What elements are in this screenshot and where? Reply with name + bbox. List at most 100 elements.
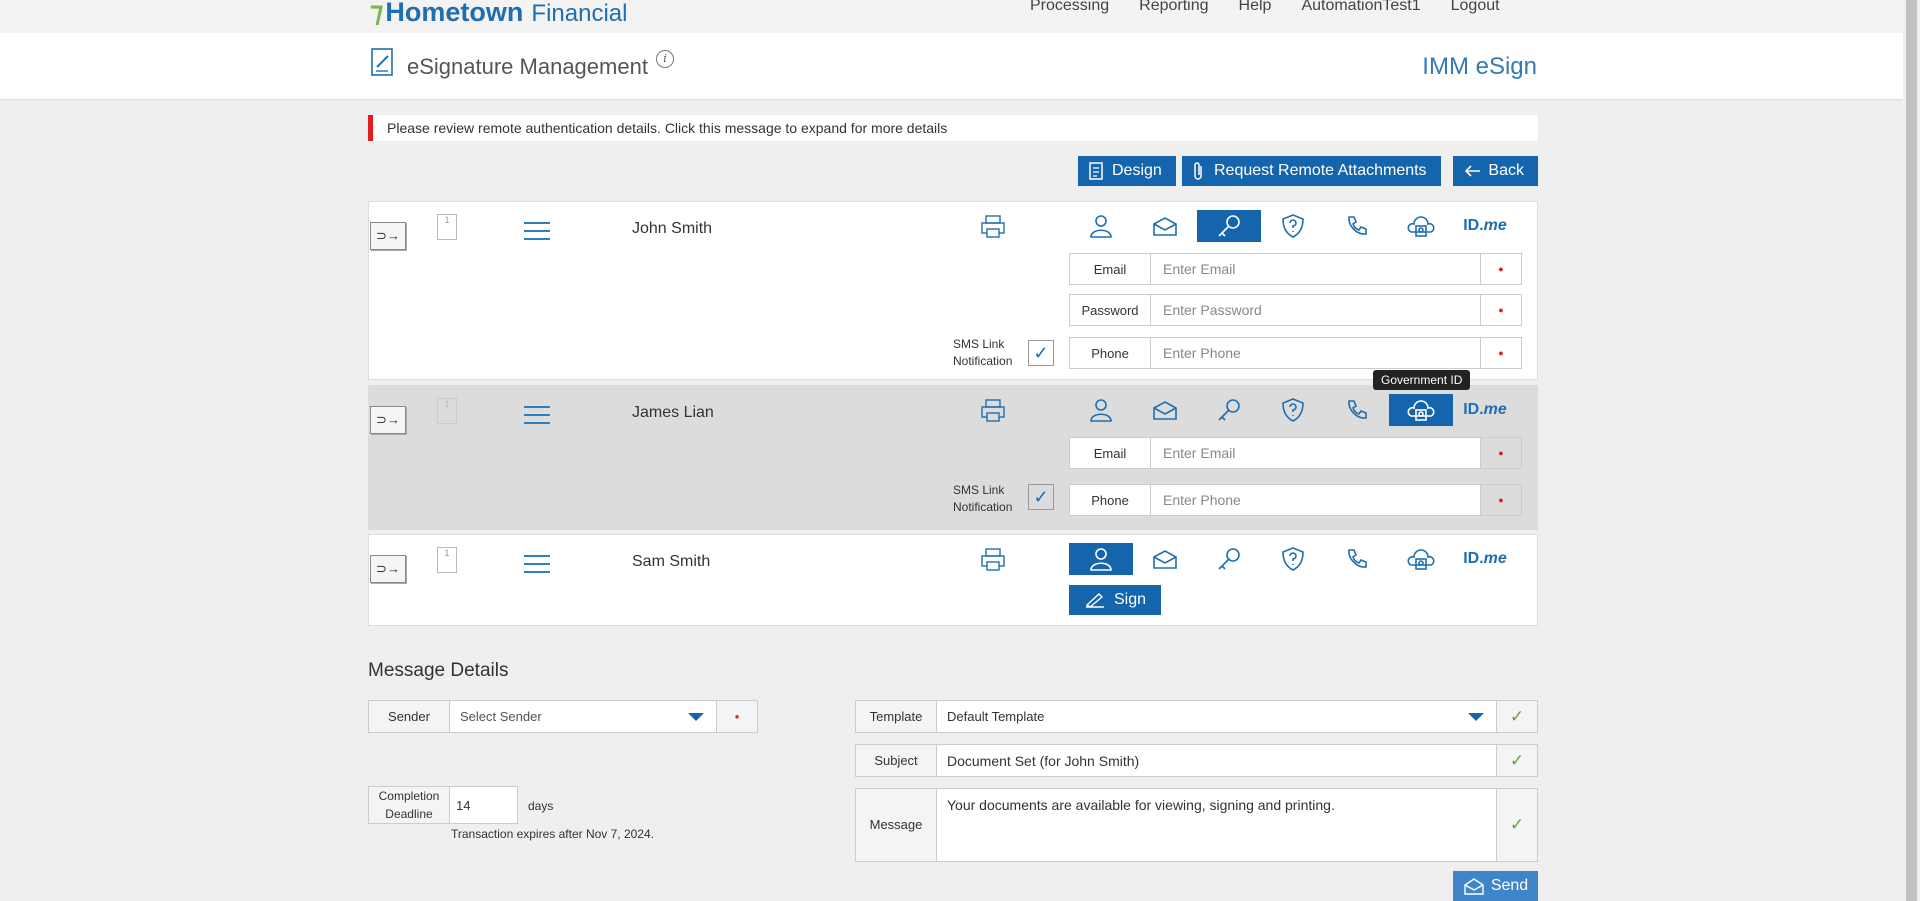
page-title: eSignature Management: [407, 54, 648, 79]
sender-select[interactable]: Select Sender: [450, 701, 716, 732]
arrow-left-icon: [1464, 165, 1481, 177]
sender-select-value: Select Sender: [460, 709, 542, 724]
template-label: Template: [856, 701, 937, 732]
design-label: Design: [1112, 162, 1162, 179]
hamburger-menu-icon[interactable]: [524, 555, 550, 579]
design-icon: [1089, 162, 1103, 180]
nav-user[interactable]: AutomationTest1: [1301, 0, 1420, 15]
signer-row-james-lian: ⊃→ 1 James Lian ID. me Email Enter Email …: [368, 385, 1538, 530]
security-question-icon[interactable]: [1261, 543, 1325, 575]
signer-row-john-smith: ⊃→ 1 John Smith ID. me Email Enter Email …: [368, 201, 1538, 380]
sms-notification-checkbox[interactable]: ✓: [1028, 340, 1054, 366]
phone-auth-icon[interactable]: [1325, 210, 1389, 242]
hometown-logo[interactable]: ⁊Hometown Financial: [370, 0, 627, 28]
required-indicator: ●: [1480, 295, 1521, 325]
signer-in-person-icon[interactable]: [1069, 210, 1133, 242]
document-count-icon[interactable]: 1: [437, 214, 457, 240]
printer-icon[interactable]: [979, 214, 1007, 245]
nav-logout[interactable]: Logout: [1451, 0, 1500, 15]
idme-logo[interactable]: ID. me: [1453, 394, 1517, 426]
email-auth-icon[interactable]: [1133, 210, 1197, 242]
document-count-icon[interactable]: 1: [437, 398, 457, 424]
email-auth-icon[interactable]: [1133, 394, 1197, 426]
required-indicator: ●: [716, 701, 757, 732]
nav-help[interactable]: Help: [1239, 0, 1272, 15]
pen-icon: [1085, 593, 1104, 608]
routing-icon[interactable]: ⊃→: [370, 555, 406, 583]
sms-notification-checkbox[interactable]: ✓: [1028, 484, 1054, 510]
phone-input[interactable]: Enter Phone: [1151, 485, 1480, 515]
phone-input[interactable]: Enter Phone: [1151, 338, 1480, 368]
signer-in-person-icon[interactable]: [1069, 543, 1133, 575]
phone-auth-icon[interactable]: [1325, 394, 1389, 426]
check-icon: ✓: [1496, 745, 1537, 776]
chevron-down-icon[interactable]: [688, 712, 704, 721]
scrollbar[interactable]: [1903, 0, 1920, 901]
deadline-label-line1: Completion: [378, 789, 440, 803]
deadline-label-line2: Deadline: [385, 807, 433, 821]
subject-input[interactable]: Document Set (for John Smith): [937, 745, 1496, 776]
back-label: Back: [1488, 162, 1524, 179]
chevron-down-icon[interactable]: [1468, 712, 1484, 721]
subject-row: Subject Document Set (for John Smith) ✓: [855, 744, 1538, 777]
template-row: Template Default Template ✓: [855, 700, 1538, 733]
auth-method-bar: ID. me: [1069, 210, 1517, 242]
idme-logo[interactable]: ID. me: [1453, 543, 1517, 575]
phone-auth-icon[interactable]: [1325, 543, 1389, 575]
government-id-icon[interactable]: [1389, 210, 1453, 242]
government-id-icon[interactable]: [1389, 394, 1453, 426]
send-button[interactable]: Send: [1453, 871, 1538, 901]
design-button[interactable]: Design: [1078, 156, 1176, 186]
password-key-icon[interactable]: [1197, 210, 1261, 242]
hamburger-menu-icon[interactable]: [524, 222, 550, 246]
top-bar: ⁊Hometown Financial Processing Reporting …: [0, 0, 1903, 33]
sign-label: Sign: [1113, 591, 1147, 608]
nav-reporting[interactable]: Reporting: [1139, 0, 1208, 15]
sender-row: Sender Select Sender ●: [368, 700, 758, 733]
routing-icon[interactable]: ⊃→: [370, 406, 406, 434]
template-select[interactable]: Default Template: [937, 701, 1496, 732]
document-count-icon[interactable]: 1: [437, 547, 457, 573]
message-details-heading: Message Details: [368, 660, 509, 681]
security-question-icon[interactable]: [1261, 210, 1325, 242]
signer-in-person-icon[interactable]: [1069, 394, 1133, 426]
phone-field-row: Phone Enter Phone ●: [1069, 484, 1522, 516]
password-input[interactable]: Enter Password: [1151, 295, 1480, 325]
paperclip-icon: [1194, 162, 1202, 180]
printer-icon[interactable]: [979, 398, 1007, 429]
printer-icon[interactable]: [979, 547, 1007, 578]
request-attachments-button[interactable]: Request Remote Attachments: [1182, 156, 1441, 186]
sign-button[interactable]: Sign: [1069, 585, 1161, 615]
password-key-icon[interactable]: [1197, 543, 1261, 575]
idme-me-text: me: [1483, 401, 1507, 418]
signer-name: John Smith: [632, 220, 713, 237]
back-button[interactable]: Back: [1453, 156, 1538, 186]
security-question-icon[interactable]: [1261, 394, 1325, 426]
hamburger-menu-icon[interactable]: [524, 406, 550, 430]
idme-logo[interactable]: ID. me: [1453, 210, 1517, 242]
scrollbar-thumb[interactable]: [1906, 0, 1917, 901]
auth-alert-banner[interactable]: Please review remote authentication deta…: [368, 115, 1538, 141]
message-row: Message Your documents are available for…: [855, 788, 1538, 862]
password-label: Password: [1070, 295, 1151, 325]
password-key-icon[interactable]: [1197, 394, 1261, 426]
government-id-icon[interactable]: [1389, 543, 1453, 575]
phone-field-row: Phone Enter Phone ●: [1069, 337, 1522, 369]
idme-me-text: me: [1483, 217, 1507, 234]
info-icon[interactable]: i: [656, 50, 674, 68]
auth-method-bar: ID. me: [1069, 543, 1517, 575]
email-input[interactable]: Enter Email: [1151, 438, 1480, 468]
email-auth-icon[interactable]: [1133, 543, 1197, 575]
sms-link-notification-label: SMS Link Notification: [953, 336, 1012, 370]
deadline-input[interactable]: 14: [450, 787, 517, 823]
routing-icon[interactable]: ⊃→: [370, 222, 406, 250]
password-field-row: Password Enter Password ●: [1069, 294, 1522, 326]
sms-label-line2: Notification: [953, 500, 1013, 514]
deadline-label: Completion Deadline: [369, 787, 450, 823]
nav-processing[interactable]: Processing: [1030, 0, 1109, 15]
message-textarea[interactable]: Your documents are available for viewing…: [937, 789, 1496, 861]
email-field-row: Email Enter Email ●: [1069, 437, 1522, 469]
email-input[interactable]: Enter Email: [1151, 254, 1480, 284]
logo-sub-text: Financial: [531, 0, 628, 27]
sms-label-line2: Notification: [953, 354, 1013, 368]
